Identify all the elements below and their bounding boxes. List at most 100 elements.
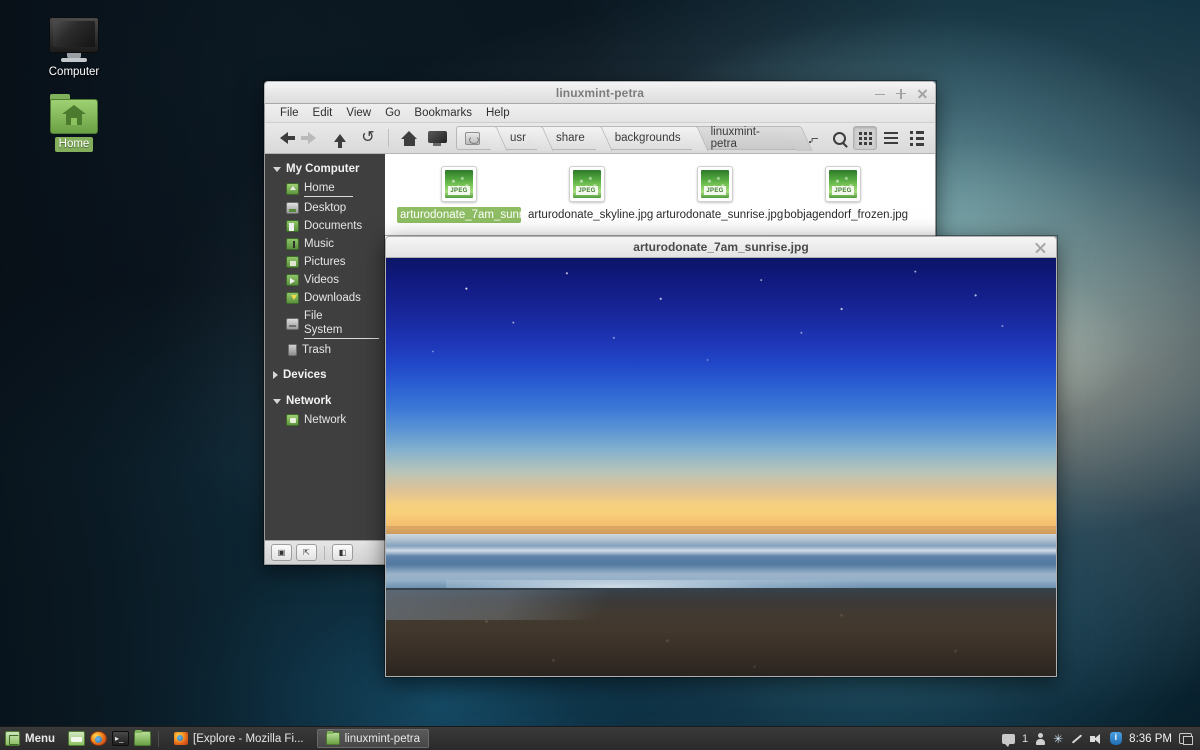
desktop-icon-computer[interactable]: Computer	[28, 14, 120, 80]
documents-icon	[286, 220, 299, 232]
back-button[interactable]	[271, 126, 297, 150]
menu-bookmarks[interactable]: Bookmarks	[407, 106, 479, 120]
file-name-label: arturodonate_7am_sunrise.jpg	[397, 207, 556, 223]
file-name-label: arturodonate_skyline.jpg	[528, 209, 654, 221]
forward-button	[299, 126, 325, 150]
file-grid: JPEG arturodonate_7am_sunrise.jpg JPEG a…	[385, 162, 935, 227]
up-button[interactable]	[327, 126, 353, 150]
show-tree-button[interactable]: ⇱	[296, 544, 317, 561]
sidebar-item-downloads[interactable]: Downloads	[265, 289, 385, 307]
sidebar-item-home[interactable]: Home	[265, 179, 385, 199]
computer-button[interactable]	[424, 126, 450, 150]
taskbar-window-label: linuxmint-petra	[344, 732, 421, 745]
window-list: [Explore - Mozilla Fi... linuxmint-petra	[166, 729, 430, 748]
menu-file[interactable]: File	[273, 106, 306, 120]
show-places-button[interactable]: ▣	[271, 544, 292, 561]
image-viewer-titlebar[interactable]: arturodonate_7am_sunrise.jpg	[385, 236, 1057, 258]
firefox-launcher[interactable]	[90, 731, 108, 746]
jpeg-thumbnail-icon: JPEG	[441, 166, 477, 202]
desktop-icon-home[interactable]: Home	[28, 86, 120, 152]
compact-view-button[interactable]	[905, 126, 929, 150]
taskbar-window-firefox[interactable]: [Explore - Mozilla Fi...	[166, 729, 312, 748]
menubar[interactable]: File Edit View Go Bookmarks Help	[265, 104, 935, 123]
videos-icon	[286, 274, 299, 286]
stars-overlay	[386, 258, 1056, 428]
menu-button[interactable]: Menu	[0, 727, 63, 750]
icon-view-button[interactable]	[853, 126, 877, 150]
firefox-icon	[174, 732, 189, 745]
jpeg-thumbnail-icon: JPEG	[697, 166, 733, 202]
sidebar-item-documents[interactable]: Documents	[265, 217, 385, 235]
breadcrumb-item-linuxmint-petra[interactable]: linuxmint-petra	[694, 126, 799, 150]
file-item[interactable]: JPEG arturodonate_skyline.jpg	[523, 166, 654, 223]
reload-button[interactable]: ↺	[355, 126, 381, 150]
location-entry-icon: .⌐	[808, 130, 818, 146]
sidebar-section-my-computer[interactable]: My Computer	[265, 159, 385, 179]
show-extra-pane-button[interactable]: ◧	[332, 544, 353, 561]
trash-icon	[288, 344, 297, 356]
taskbar-window-file-manager[interactable]: linuxmint-petra	[316, 729, 430, 748]
bluetooth-icon[interactable]: ✳	[1053, 733, 1063, 745]
show-desktop-launcher[interactable]	[68, 731, 86, 746]
toolbar: ↺ usr share backgrounds linuxmint-petra …	[265, 123, 935, 154]
chevron-down-icon	[273, 398, 281, 404]
arrow-up-icon	[334, 134, 346, 148]
list-icon	[884, 132, 898, 144]
image-canvas[interactable]	[385, 258, 1057, 677]
sidebar-footer: ▣ ⇱ ◧	[265, 540, 385, 564]
sidebar-section-devices[interactable]: Devices	[265, 365, 385, 385]
breadcrumb-item-backgrounds[interactable]: backgrounds	[598, 126, 695, 150]
sidebar-item-trash[interactable]: Trash	[265, 341, 385, 359]
file-manager-launcher[interactable]	[134, 730, 152, 746]
file-manager-titlebar[interactable]: linuxmint-petra	[264, 81, 936, 104]
menu-edit[interactable]: Edit	[306, 106, 340, 120]
sidebar-item-desktop[interactable]: Desktop	[265, 199, 385, 217]
file-item[interactable]: JPEG arturodonate_7am_sunrise.jpg	[395, 166, 556, 223]
sidebar: My Computer Home Desktop Documents Music…	[265, 154, 385, 564]
sidebar-item-music[interactable]: Music	[265, 235, 385, 253]
close-icon[interactable]	[1034, 241, 1047, 254]
quick-launchers	[63, 730, 152, 746]
sidebar-scroll[interactable]: My Computer Home Desktop Documents Music…	[265, 154, 385, 540]
desktop-icon	[286, 202, 299, 214]
pictures-icon	[286, 256, 299, 268]
clock[interactable]: 8:36 PM	[1129, 733, 1172, 745]
menu-go[interactable]: Go	[378, 106, 407, 120]
maximize-button[interactable]	[895, 88, 907, 100]
file-item[interactable]: JPEG arturodonate_sunrise.jpg	[651, 166, 783, 223]
sidebar-item-file-system[interactable]: File System	[265, 307, 385, 341]
window-controls	[874, 82, 928, 105]
ocean-highlight	[386, 546, 1056, 556]
user-icon[interactable]	[1035, 732, 1046, 745]
window-switcher-icon[interactable]	[1179, 733, 1193, 745]
volume-icon[interactable]	[1090, 733, 1103, 745]
computer-icon	[427, 130, 447, 146]
breadcrumb: usr share backgrounds linuxmint-petra	[456, 126, 799, 150]
file-item[interactable]: JPEG bobjagendorf_frozen.jpg	[779, 166, 908, 223]
music-icon	[286, 238, 299, 250]
sidebar-item-pictures[interactable]: Pictures	[265, 253, 385, 271]
update-shield-icon[interactable]	[1110, 732, 1123, 745]
close-button[interactable]	[916, 88, 928, 100]
search-button[interactable]	[827, 126, 851, 150]
sidebar-item-network[interactable]: Network	[265, 411, 385, 429]
list-view-button[interactable]	[879, 126, 903, 150]
desktop-icon-label: Computer	[48, 66, 100, 78]
compact-icon	[910, 130, 924, 146]
system-tray: 1 ✳ 8:36 PM	[1001, 732, 1200, 747]
sidebar-item-videos[interactable]: Videos	[265, 271, 385, 289]
chat-icon[interactable]	[1001, 733, 1015, 747]
menu-help[interactable]: Help	[479, 106, 517, 120]
image-viewer-window[interactable]: arturodonate_7am_sunrise.jpg	[385, 236, 1057, 677]
minimize-button[interactable]	[874, 88, 886, 100]
chevron-down-icon	[273, 166, 281, 172]
sidebar-footer-separator	[324, 545, 325, 560]
search-icon	[832, 131, 846, 145]
terminal-launcher[interactable]	[112, 731, 130, 746]
home-button[interactable]	[396, 126, 422, 150]
sidebar-section-network[interactable]: Network	[265, 391, 385, 411]
menu-view[interactable]: View	[339, 106, 378, 120]
pen-icon[interactable]	[1070, 733, 1083, 745]
home-icon	[286, 183, 299, 195]
breadcrumb-item-root[interactable]	[456, 126, 494, 150]
